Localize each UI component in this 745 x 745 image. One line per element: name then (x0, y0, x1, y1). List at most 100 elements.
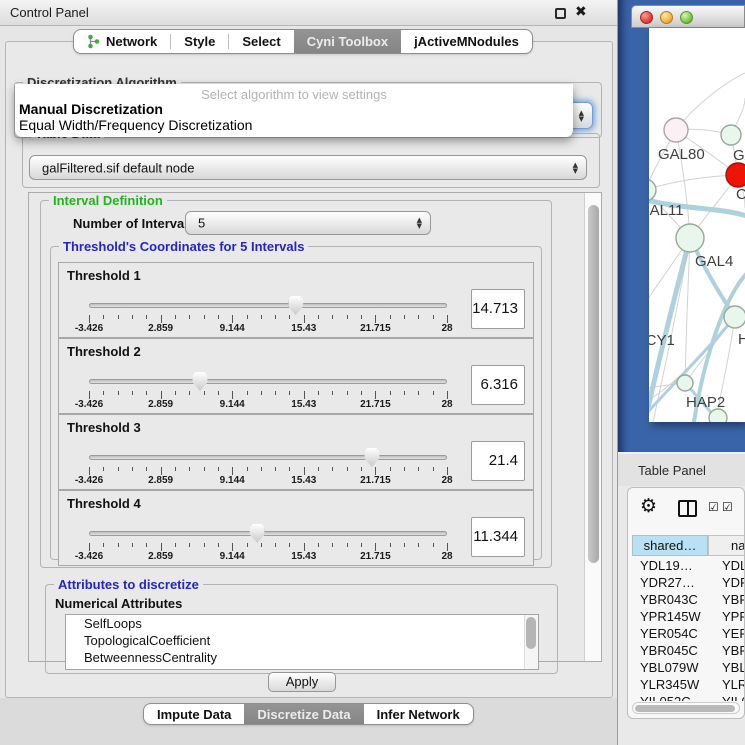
cell-name[interactable]: YBL0 (708, 659, 745, 676)
algorithm-option-equal-width[interactable]: Equal Width/Frequency Discretization (15, 117, 573, 133)
minimize-traffic-light[interactable] (660, 11, 673, 24)
threshold-3-slider[interactable] (89, 455, 447, 460)
cell-shared-name[interactable]: YPR145W (632, 608, 708, 625)
threshold-1-value-field[interactable]: 14.713 (471, 289, 525, 329)
threshold-4-value-field[interactable]: 11.344 (471, 517, 525, 557)
cell-name[interactable]: YDR2 (708, 574, 745, 591)
cell-name[interactable]: YDL1 (708, 557, 745, 574)
attribute-list-item[interactable]: TopologicalCoefficient (66, 632, 538, 649)
slider-ticks (89, 315, 447, 323)
vertical-scrollbar[interactable] (584, 193, 601, 661)
combo-arrows-icon: ▲▼ (579, 110, 584, 122)
network-nodes[interactable] (649, 118, 745, 422)
threshold-2-value-field[interactable]: 6.316 (471, 365, 525, 405)
table-row[interactable]: YPR145WYPR1 (632, 608, 745, 625)
attribute-list-item[interactable]: BetweennessCentrality (66, 649, 538, 666)
table-row[interactable]: YBR043CYBR0 (632, 591, 745, 608)
label-h-partial: H (738, 331, 745, 348)
tab-style[interactable]: Style (171, 30, 228, 53)
split-columns-icon[interactable] (678, 500, 697, 517)
zoom-traffic-light[interactable] (680, 11, 693, 24)
screen: Control Panel ✖ Network Style Select (0, 0, 745, 745)
column-header-shared-name[interactable]: shared… (632, 535, 708, 556)
threshold-4-slider-handle[interactable] (250, 524, 265, 543)
table-row[interactable]: YDR27…YDR2 (632, 574, 745, 591)
label-hap2: HAP2 (686, 394, 725, 411)
attribute-list-item[interactable]: SelfLoops (66, 615, 538, 632)
node-hap2[interactable] (677, 375, 693, 391)
cell-name[interactable]: YPR1 (708, 608, 745, 625)
tab-infer-network[interactable]: Infer Network (364, 704, 473, 724)
tab-impute-data[interactable]: Impute Data (144, 704, 244, 724)
number-of-intervals-value: 5 (198, 216, 205, 231)
slider-tick-labels: -3.4262.8599.14415.4321.71528 (89, 399, 447, 410)
threshold-3-slider-handle[interactable] (364, 448, 379, 467)
tab-select[interactable]: Select (229, 30, 293, 53)
numerical-attributes-list: SelfLoopsTopologicalCoefficientBetweenne… (65, 614, 539, 670)
close-traffic-light[interactable] (640, 11, 653, 24)
threshold-2-slider[interactable] (89, 379, 447, 384)
node-h[interactable] (724, 306, 745, 328)
gear-icon[interactable]: ⚙ (640, 495, 657, 517)
cell-shared-name[interactable]: YBR043C (632, 591, 708, 608)
node-selected-red[interactable] (726, 163, 745, 187)
table-row[interactable]: YBL079WYBL0 (632, 659, 745, 676)
table-row[interactable]: YER054CYER0 (632, 625, 745, 642)
cell-shared-name[interactable]: YBL079W (632, 659, 708, 676)
threshold-3-label: Threshold 3 (67, 420, 141, 435)
node-gal4[interactable] (676, 224, 704, 252)
node-top-right[interactable] (721, 125, 741, 145)
table-data-combobox[interactable]: galFiltered.sif default node ▲▼ (29, 155, 587, 180)
cell-name[interactable]: YIL0 (708, 693, 745, 701)
threshold-4-slider[interactable] (89, 531, 447, 536)
number-of-intervals-combobox[interactable]: 5 ▲▼ (185, 211, 431, 235)
network-canvas[interactable]: GAL80 GA C GAL11 GAL4 GCY1 H HAP2 (649, 28, 745, 422)
node-gal11[interactable] (649, 179, 656, 201)
table-row[interactable]: YIL052CYIL0 (632, 693, 745, 701)
cell-name[interactable]: YER0 (708, 625, 745, 642)
horizontal-scrollbar[interactable] (632, 702, 740, 714)
column-header-name[interactable]: na (708, 535, 745, 556)
threshold-3-panel: Threshold 3 -3.4262.8599.14415.4321.7152… (58, 414, 534, 490)
network-window-titlebar[interactable] (631, 5, 745, 28)
cell-name[interactable]: YLR3 (708, 676, 745, 693)
checkbox-icon[interactable]: ☑ (708, 500, 719, 514)
apply-button[interactable]: Apply (268, 672, 336, 692)
threshold-1-slider[interactable] (89, 303, 447, 308)
window-title: Control Panel (10, 5, 89, 20)
cell-name[interactable]: YBR0 (708, 642, 745, 659)
table-data-group: Table Data galFiltered.sif default node … (22, 133, 600, 188)
control-panel-window: Control Panel ✖ Network Style Select (0, 0, 618, 745)
close-icon[interactable]: ✖ (575, 4, 587, 20)
vertical-scrollbar-thumb[interactable] (588, 205, 599, 563)
tab-discretize-data[interactable]: Discretize Data (244, 704, 363, 724)
table-row[interactable]: YLR345WYLR3 (632, 676, 745, 693)
cell-shared-name[interactable]: YER054C (632, 625, 708, 642)
cell-shared-name[interactable]: YDR27… (632, 574, 708, 591)
label-gal80: GAL80 (658, 146, 705, 163)
cell-shared-name[interactable]: YIL052C (632, 693, 708, 701)
threshold-3-value-field[interactable]: 21.4 (471, 441, 525, 481)
table-toolbar: ⚙ ☑ ☑ (628, 488, 744, 534)
tab-jactivemnodules[interactable]: jActiveMNodules (401, 30, 532, 53)
tab-cyni-toolbox[interactable]: Cyni Toolbox (294, 30, 401, 53)
table-row[interactable]: YBR045CYBR0 (632, 642, 745, 659)
network-graph: GAL80 GA C GAL11 GAL4 GCY1 H HAP2 (649, 28, 745, 422)
threshold-1-slider-handle[interactable] (288, 296, 303, 315)
threshold-2-slider-handle[interactable] (192, 372, 207, 391)
table-panel-box: ⚙ ☑ ☑ shared… na YDL19…YDL1YDR27…YDR2YBR… (627, 487, 745, 719)
algorithm-option-manual[interactable]: Manual Discretization (15, 101, 573, 117)
list-scrollbar[interactable] (524, 615, 538, 669)
horizontal-scrollbar-thumb[interactable] (635, 705, 735, 712)
tab-network[interactable]: Network (74, 30, 170, 53)
float-window-icon[interactable] (555, 8, 566, 19)
checkbox-icon[interactable]: ☑ (722, 500, 733, 514)
table-row[interactable]: YDL19…YDL1 (632, 557, 745, 574)
cell-shared-name[interactable]: YBR045C (632, 642, 708, 659)
number-of-intervals-label: Number of Intervals (73, 216, 195, 231)
node-gal80[interactable] (664, 118, 688, 142)
cell-name[interactable]: YBR0 (708, 591, 745, 608)
cell-shared-name[interactable]: YDL19… (632, 557, 708, 574)
cell-shared-name[interactable]: YLR345W (632, 676, 708, 693)
list-scrollbar-thumb[interactable] (526, 617, 536, 649)
